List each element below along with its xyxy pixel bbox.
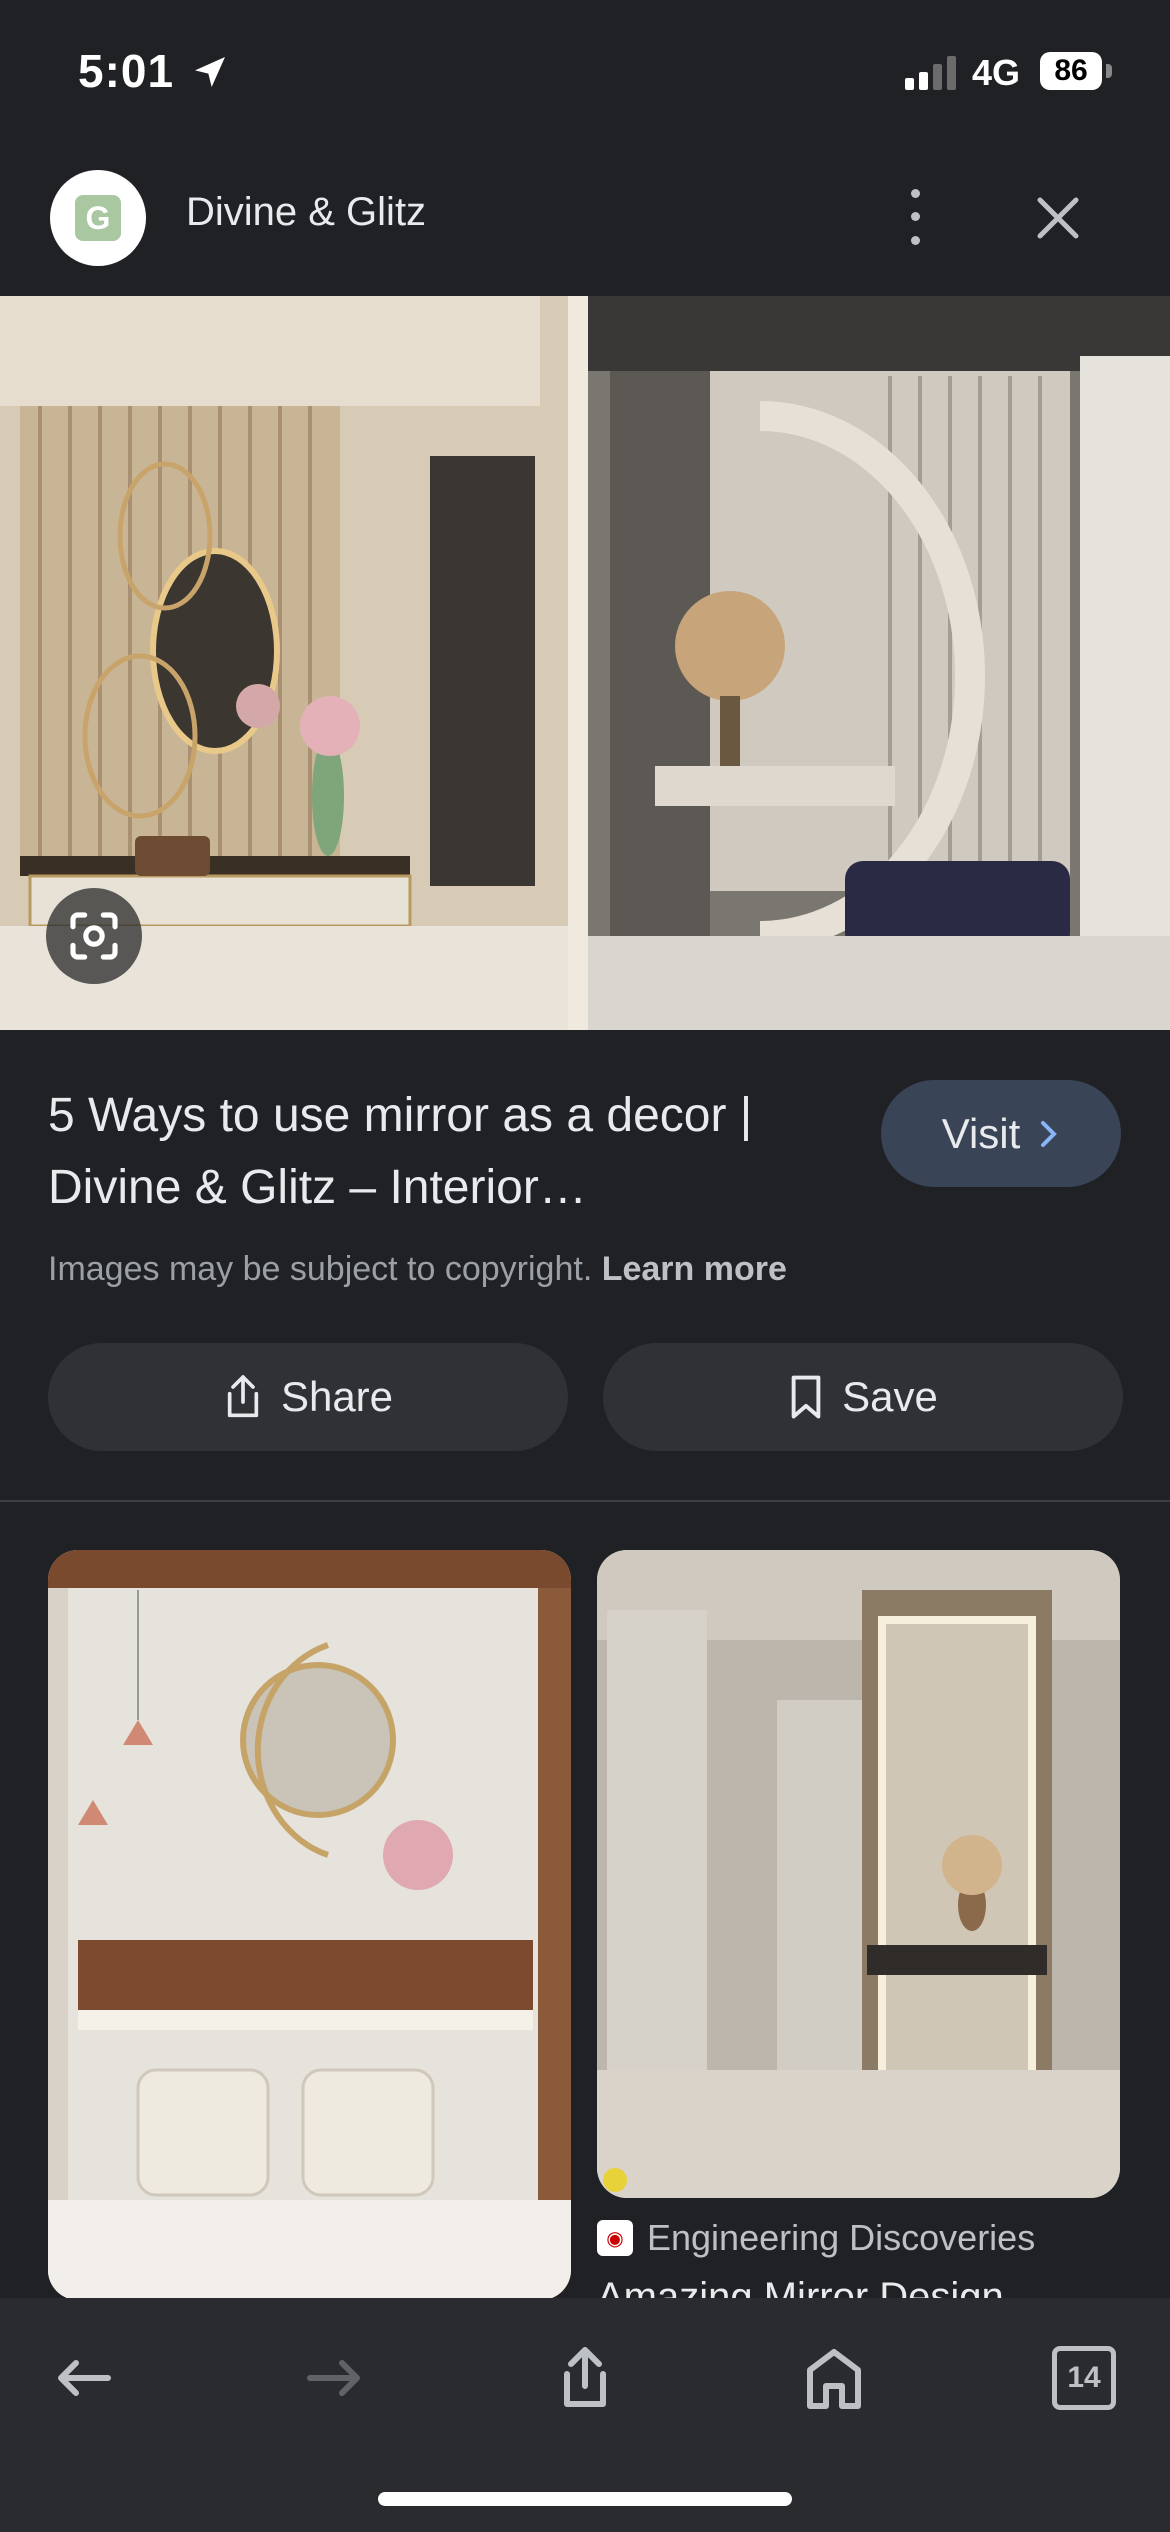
visit-label: Visit xyxy=(941,1109,1021,1157)
cellular-signal-icon xyxy=(905,56,956,90)
related-source[interactable]: ◉ Engineering Discoveries xyxy=(597,2217,1035,2259)
site-header: G Divine & Glitz xyxy=(0,160,1170,295)
site-logo: G xyxy=(75,195,121,241)
battery-level: 86 xyxy=(1040,52,1102,90)
hero-image[interactable] xyxy=(0,296,1170,1030)
more-options-icon[interactable] xyxy=(898,182,932,252)
copyright-text: Images may be subject to copyright. xyxy=(48,1250,593,1288)
copyright-notice: Images may be subject to copyright. Lear… xyxy=(48,1250,787,1289)
hero-image-illustration xyxy=(0,296,1170,1030)
share-button[interactable]: Share xyxy=(48,1343,568,1451)
site-avatar[interactable]: G xyxy=(50,170,146,266)
home-icon xyxy=(807,2349,861,2409)
site-name[interactable]: Divine & Glitz xyxy=(186,190,426,235)
tabs-button[interactable]: 14 xyxy=(1044,2338,1124,2418)
forward-arrow-icon xyxy=(307,2360,360,2396)
share-label: Share xyxy=(280,1373,394,1420)
bookmark-icon xyxy=(791,1375,821,1419)
status-time: 5:01 xyxy=(78,45,175,97)
share-icon xyxy=(564,2347,606,2407)
home-button[interactable] xyxy=(794,2338,874,2418)
related-source-name: Engineering Discoveries xyxy=(647,2217,1036,2258)
related-image-1 xyxy=(48,1550,571,2300)
learn-more-link[interactable]: Learn more xyxy=(602,1250,787,1288)
location-arrow-icon xyxy=(195,57,225,87)
result-title[interactable]: 5 Ways to use mirror as a decor | Divine… xyxy=(48,1080,868,1224)
close-icon[interactable] xyxy=(1030,190,1086,246)
related-image-card[interactable] xyxy=(48,1550,571,2300)
lens-search-button[interactable] xyxy=(46,888,142,984)
camera-lens-icon xyxy=(70,912,118,960)
section-divider xyxy=(0,1500,1170,1502)
back-arrow-icon xyxy=(58,2360,111,2396)
network-type: 4G xyxy=(972,52,1021,93)
home-indicator xyxy=(378,2492,792,2506)
related-image-card[interactable] xyxy=(597,1550,1120,2198)
forward-button[interactable] xyxy=(294,2338,374,2418)
share-icon xyxy=(227,1375,259,1418)
visit-button[interactable]: Visit xyxy=(881,1080,1121,1187)
back-button[interactable] xyxy=(44,2338,124,2418)
source-favicon: ◉ xyxy=(597,2220,633,2256)
chevron-right-icon xyxy=(1041,1120,1058,1147)
save-button[interactable]: Save xyxy=(603,1343,1123,1451)
battery-tip xyxy=(1106,64,1112,78)
related-image-2 xyxy=(597,1550,1120,2198)
status-bar: 5:01 4G 86 xyxy=(0,0,1170,150)
save-label: Save xyxy=(842,1373,938,1420)
tabs-count: 14 xyxy=(1052,2346,1116,2410)
share-page-button[interactable] xyxy=(545,2338,625,2418)
